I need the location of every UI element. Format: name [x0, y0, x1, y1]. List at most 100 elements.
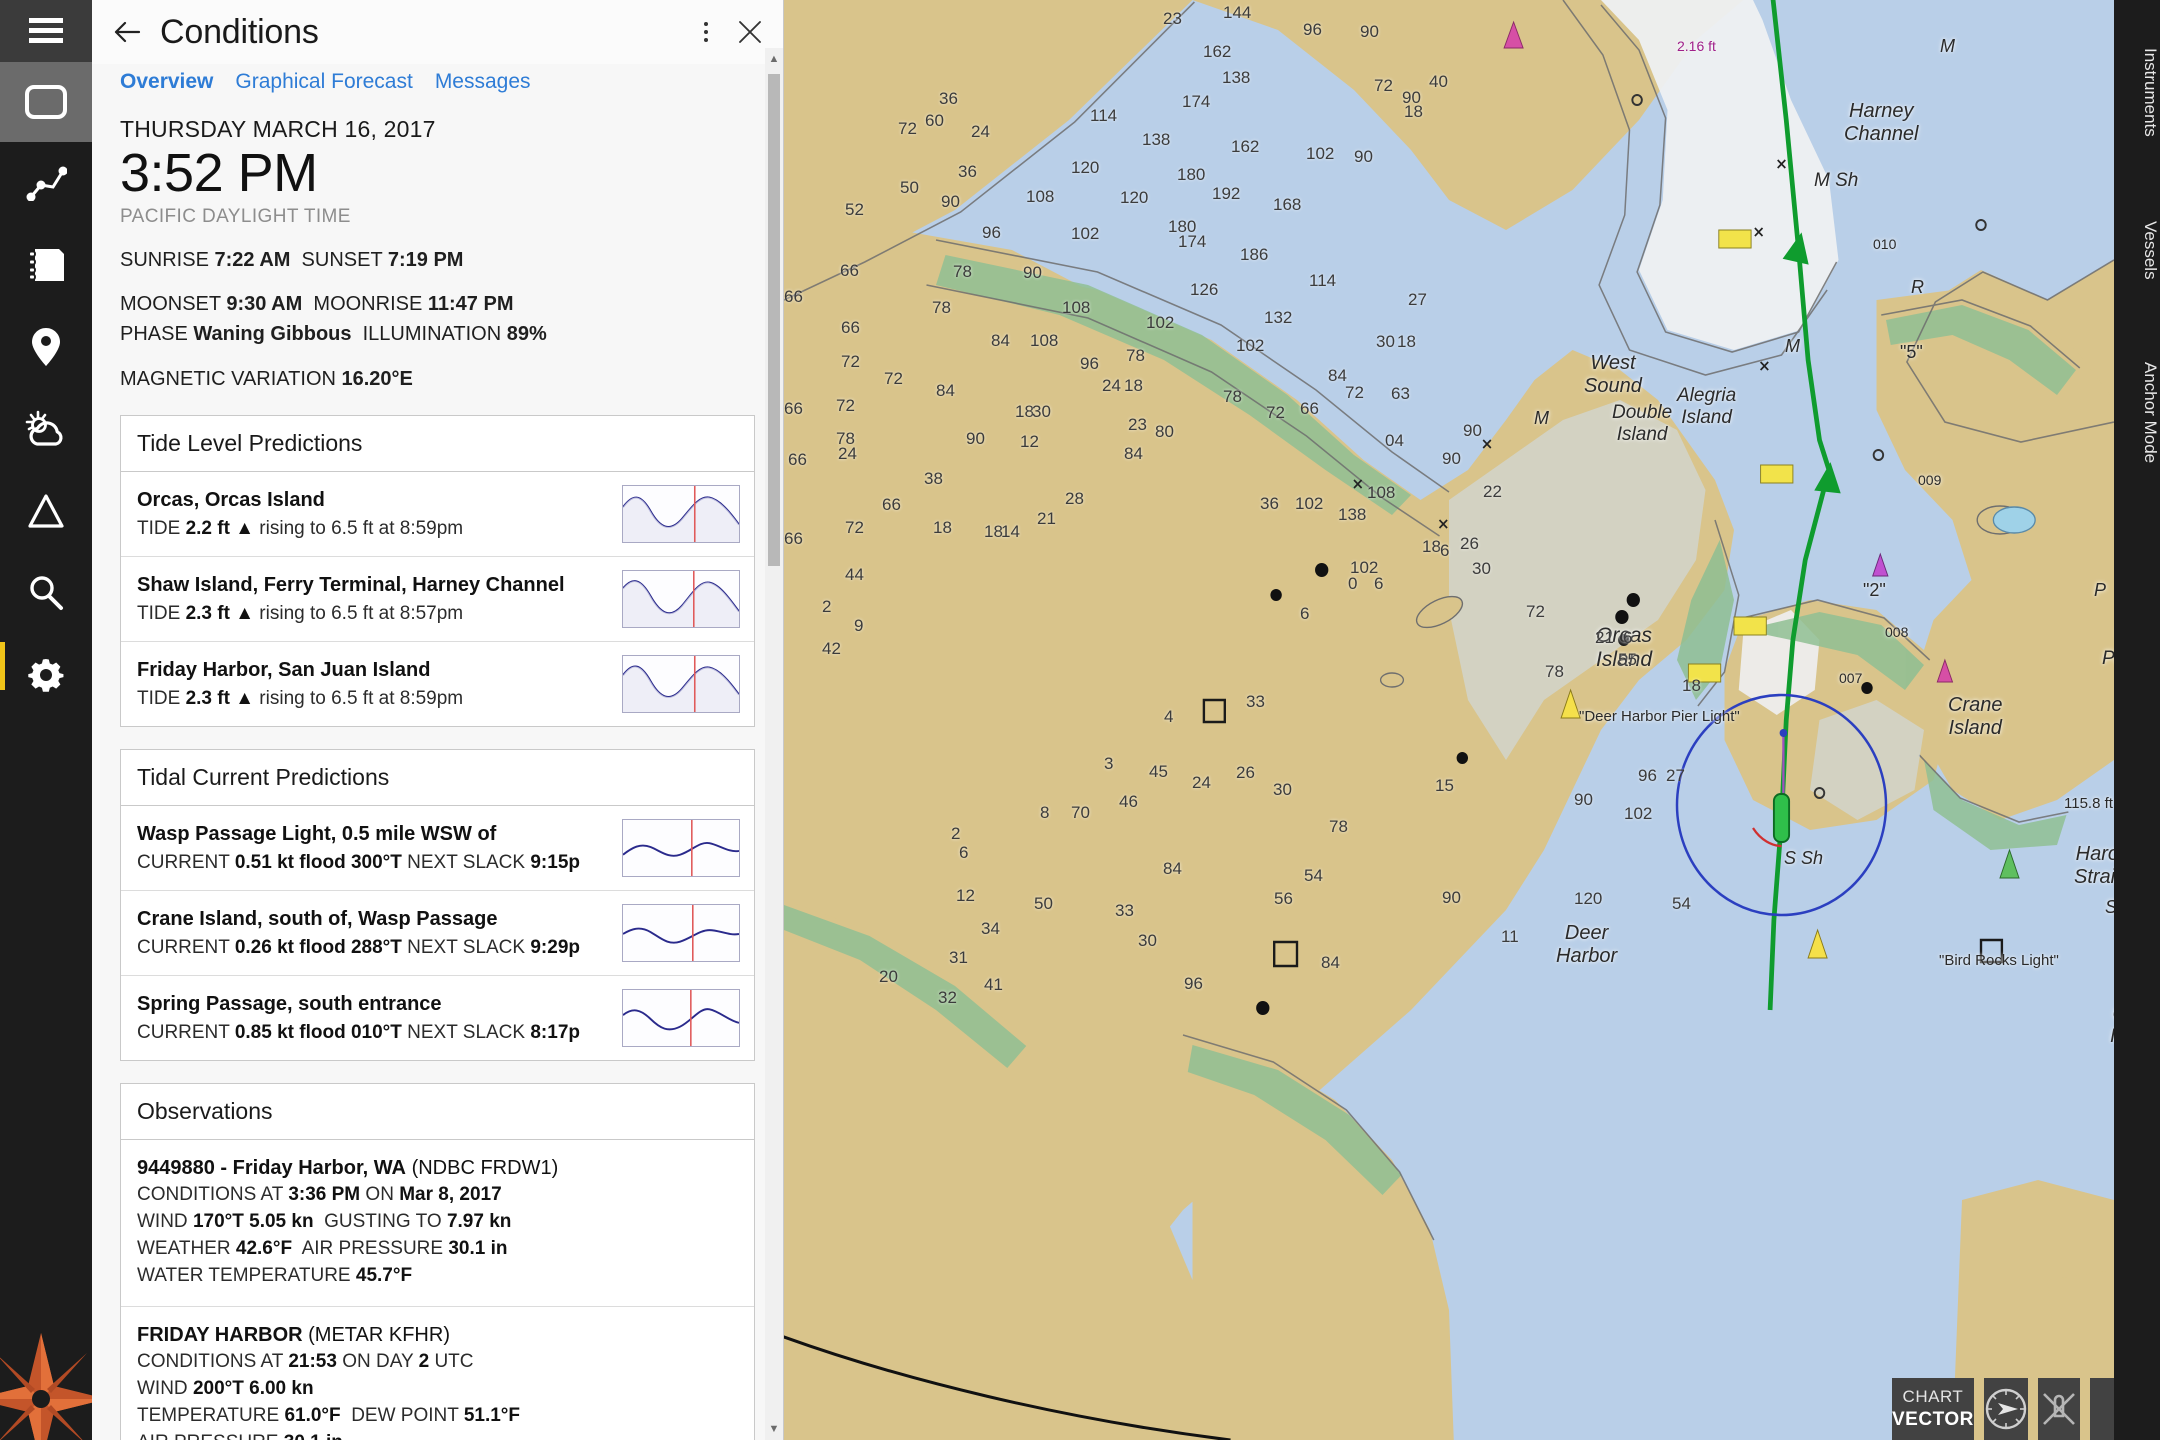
- metar-source: (METAR KFHR): [308, 1324, 450, 1347]
- sunset-value: 7:19 PM: [387, 248, 464, 271]
- alerts-icon: [28, 494, 64, 528]
- tab-overview[interactable]: Overview: [120, 70, 213, 94]
- menu-icon: [29, 18, 63, 43]
- tide-prefix: TIDE: [137, 517, 181, 539]
- compass-button[interactable]: [1983, 1378, 2028, 1440]
- observations-card-title: Observations: [121, 1084, 754, 1141]
- tab-graphical-forecast[interactable]: Graphical Forecast: [235, 70, 412, 94]
- metar-temp: TEMPERATURE 61.0°F DEW POINT 51.1°F: [137, 1405, 520, 1427]
- scrollbar-thumb[interactable]: [768, 74, 780, 566]
- current-prefix: CURRENT: [137, 936, 230, 958]
- page-title: Conditions: [160, 12, 319, 51]
- chart-icon: [25, 85, 67, 119]
- illumination-value: 89%: [506, 323, 547, 346]
- kebab-menu-icon: [704, 22, 708, 42]
- settings-icon: [28, 659, 64, 692]
- current-sparkline: [622, 989, 740, 1048]
- close-icon: [739, 21, 761, 43]
- current-row[interactable]: Crane Island, south of, Wasp Passage CUR…: [121, 891, 754, 977]
- panel-scroll-region: Overview Graphical Forecast Messages THU…: [92, 64, 783, 1440]
- route-icon: [26, 166, 67, 201]
- slack-label: NEXT SLACK: [407, 936, 526, 958]
- current-date: THURSDAY MARCH 16, 2017: [120, 116, 436, 142]
- metar-conditions-time: CONDITIONS AT 21:53 ON DAY 2 UTC: [137, 1351, 474, 1373]
- right-tab-instruments[interactable]: Instruments: [2114, 0, 2160, 170]
- tide-prefix: TIDE: [137, 602, 181, 624]
- chart-mode-button[interactable]: CHART VECTOR: [1892, 1378, 1974, 1440]
- sunrise-value: 7:22 AM: [214, 248, 291, 271]
- ndbc-station: 9449880 - Friday Harbor, WA (NDBC FRDW1): [137, 1155, 738, 1182]
- sidebar-item-weather[interactable]: [0, 388, 92, 470]
- observation-metar[interactable]: FRIDAY HARBOR (METAR KFHR) CONDITIONS AT…: [121, 1307, 754, 1440]
- tab-messages[interactable]: Messages: [435, 70, 531, 94]
- left-icon-rail: [0, 0, 92, 1440]
- right-tab-anchor-mode[interactable]: Anchor Mode: [2114, 316, 2160, 496]
- chart-canvas: [784, 0, 2114, 1440]
- conditions-panel: Conditions Overview Graphical Forecast M…: [92, 0, 784, 1440]
- ndbc-wind: WIND 170°T 5.05 kn GUSTING TO 7.97 kn: [137, 1211, 512, 1233]
- metar-station: FRIDAY HARBOR (METAR KFHR): [137, 1322, 738, 1349]
- current-detail: CURRENT 0.26 kt flood 288°T NEXT SLACK 9…: [137, 935, 612, 961]
- sun-times: SUNRISE 7:22 AM SUNSET 7:19 PM: [120, 246, 755, 274]
- current-value: 0.85 kt flood 010°T: [234, 1021, 402, 1043]
- tide-trend-arrow: ▲: [235, 687, 255, 709]
- metar-wind: WIND 200°T 6.00 kn: [137, 1378, 314, 1400]
- chart-mode-value: VECTOR: [1892, 1409, 1974, 1430]
- tide-station-name: Orcas, Orcas Island: [137, 488, 325, 511]
- logbook-icon: [28, 249, 64, 281]
- right-tab-vessels[interactable]: Vessels: [2114, 178, 2160, 308]
- sidebar-item-alerts[interactable]: [0, 470, 92, 552]
- tide-row[interactable]: Shaw Island, Ferry Terminal, Harney Chan…: [121, 557, 754, 643]
- moon-phase: PHASE Waning Gibbous ILLUMINATION 89%: [120, 320, 755, 348]
- slack-value: 9:15p: [530, 851, 580, 873]
- scroll-down-arrow[interactable]: ▼: [765, 1418, 783, 1440]
- tide-value: 2.2 ft: [185, 517, 230, 539]
- back-arrow-icon[interactable]: [110, 15, 144, 49]
- sidebar-item-routes[interactable]: [0, 142, 92, 224]
- tide-card-title: Tide Level Predictions: [121, 416, 754, 473]
- sidebar-item-chart[interactable]: [0, 62, 92, 142]
- navaid-toggle-button[interactable]: [2037, 1378, 2080, 1440]
- sidebar-item-menu[interactable]: [0, 0, 92, 62]
- current-row[interactable]: Spring Passage, south entrance CURRENT 0…: [121, 976, 754, 1061]
- weather-icon: [25, 410, 63, 446]
- phase-value: Waning Gibbous: [193, 323, 352, 346]
- moonset-label: MOONSET: [120, 293, 221, 316]
- moonrise-value: 11:47 PM: [427, 293, 514, 316]
- tide-sparkline: [622, 485, 740, 544]
- tide-detail: TIDE 2.3 ft ▲ rising to 6.5 ft at 8:59pm: [137, 686, 612, 712]
- sidebar-item-markers[interactable]: [0, 306, 92, 388]
- sunrise-label: SUNRISE: [120, 248, 209, 271]
- current-card-title: Tidal Current Predictions: [121, 750, 754, 807]
- current-station-name: Crane Island, south of, Wasp Passage: [137, 907, 498, 930]
- sidebar-item-search[interactable]: [0, 552, 92, 634]
- slack-value: 9:29p: [530, 936, 580, 958]
- current-time: 3:52 PM: [120, 143, 318, 203]
- ndbc-name: 9449880 - Friday Harbor, WA: [137, 1157, 407, 1180]
- zoom-control: 1:20,000: [2089, 1378, 2114, 1440]
- right-tool-rail: Instruments Vessels Anchor Mode: [2114, 0, 2160, 1440]
- panel-scrollbar[interactable]: ▲ ▼: [765, 48, 783, 1440]
- tide-next: rising to 6.5 ft at 8:59pm: [259, 517, 464, 539]
- tide-row[interactable]: Friday Harbor, San Juan Island TIDE 2.3 …: [121, 642, 754, 727]
- tide-sparkline: [622, 655, 740, 714]
- scroll-up-arrow[interactable]: ▲: [765, 48, 783, 70]
- tide-trend-arrow: ▲: [235, 517, 255, 539]
- current-sparkline: [622, 904, 740, 963]
- sidebar-item-settings[interactable]: [0, 634, 92, 716]
- tide-next: rising to 6.5 ft at 8:59pm: [259, 687, 464, 709]
- ndbc-conditions-time: CONDITIONS AT 3:36 PM ON Mar 8, 2017: [137, 1184, 502, 1206]
- sidebar-item-logbook[interactable]: [0, 224, 92, 306]
- chart-mode-label: CHART: [1902, 1387, 1964, 1406]
- current-value: 0.51 kt flood 300°T: [234, 851, 402, 873]
- current-station-name: Wasp Passage Light, 0.5 mile WSW of: [137, 822, 497, 845]
- current-row[interactable]: Wasp Passage Light, 0.5 mile WSW of CURR…: [121, 806, 754, 892]
- tide-next: rising to 6.5 ft at 8:57pm: [259, 602, 464, 624]
- nautical-chart-map[interactable]: Harney Channel M Sh West Sound Double Is…: [784, 0, 2114, 1440]
- close-panel-button[interactable]: [733, 15, 767, 49]
- observation-ndbc[interactable]: 9449880 - Friday Harbor, WA (NDBC FRDW1)…: [121, 1140, 754, 1308]
- search-icon: [30, 576, 63, 610]
- more-options-button[interactable]: [689, 15, 723, 49]
- tide-row[interactable]: Orcas, Orcas Island TIDE 2.2 ft ▲ rising…: [121, 472, 754, 558]
- current-detail: CURRENT 0.51 kt flood 300°T NEXT SLACK 9…: [137, 850, 612, 876]
